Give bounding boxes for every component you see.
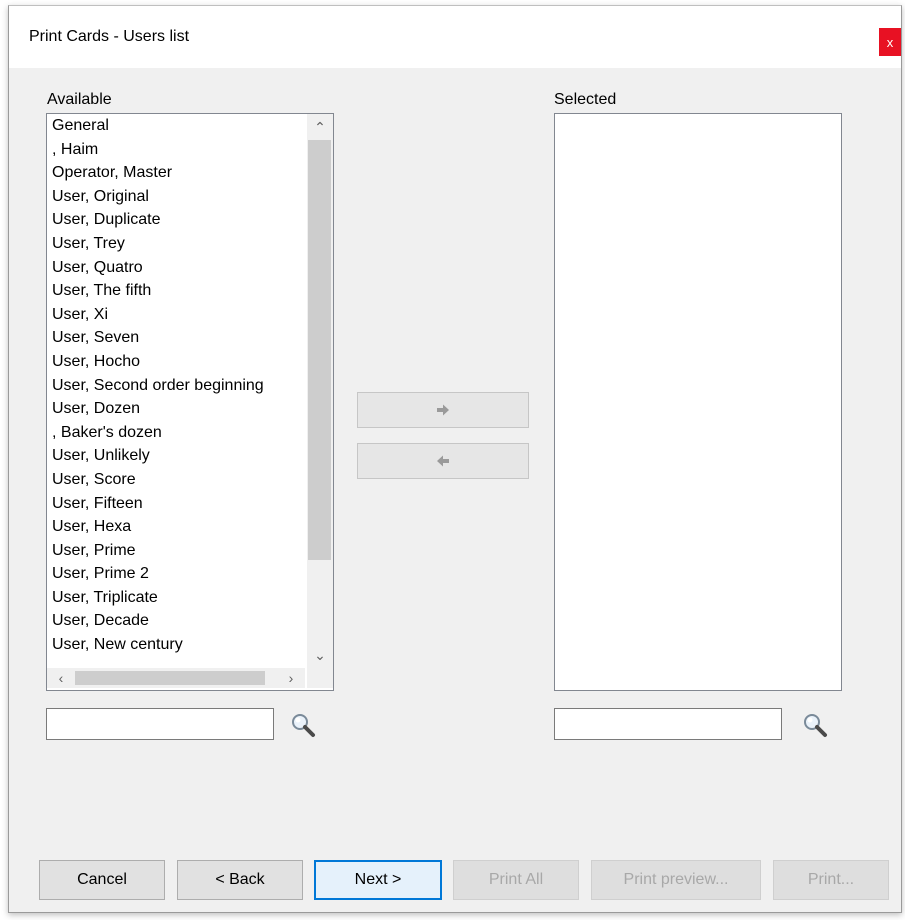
available-items: General, Haim Operator, Master User, Origi… <box>47 114 305 668</box>
print-preview-button[interactable]: Print preview... <box>591 860 761 900</box>
close-button[interactable]: x <box>879 28 901 56</box>
add-selected-button[interactable] <box>357 392 529 428</box>
list-item[interactable]: User, The fifth <box>47 279 305 303</box>
list-item[interactable]: User, Hocho <box>47 350 305 374</box>
selected-search-input[interactable] <box>554 708 782 740</box>
arrow-left-icon <box>437 455 449 467</box>
available-label: Available <box>47 91 112 108</box>
selected-listbox[interactable] <box>554 113 842 691</box>
cancel-button[interactable]: Cancel <box>39 860 165 900</box>
list-item[interactable]: User, Quatro <box>47 256 305 280</box>
title-bar: Print Cards - Users list x <box>9 6 901 68</box>
next-button[interactable]: Next > <box>314 860 442 900</box>
available-search-button[interactable] <box>289 711 317 739</box>
list-item[interactable]: User, Xi <box>47 303 305 327</box>
vertical-scroll-thumb[interactable] <box>308 140 331 560</box>
list-item[interactable]: User, Duplicate <box>47 208 305 232</box>
list-item[interactable]: User, Unlikely <box>47 444 305 468</box>
list-item[interactable]: User, Triplicate <box>47 586 305 610</box>
scroll-right-icon[interactable]: › <box>279 668 303 688</box>
selected-label: Selected <box>554 91 617 108</box>
list-item[interactable]: User, Hexa <box>47 515 305 539</box>
list-item[interactable]: User, Decade <box>47 609 305 633</box>
list-item[interactable]: User, Fifteen <box>47 492 305 516</box>
list-item[interactable]: , Baker's dozen <box>47 421 305 445</box>
back-button[interactable]: < Back <box>177 860 303 900</box>
close-icon: x <box>886 34 894 50</box>
magnifier-icon <box>292 714 315 737</box>
list-item[interactable]: User, Prime 2 <box>47 562 305 586</box>
list-item[interactable]: User, Score <box>47 468 305 492</box>
print-cards-dialog: Print Cards - Users list x Available Sel… <box>8 5 902 913</box>
window-title: Print Cards - Users list <box>29 28 190 45</box>
horizontal-scroll-thumb[interactable] <box>75 671 265 685</box>
list-item[interactable]: User, Second order beginning <box>47 374 305 398</box>
list-item[interactable]: User, Prime <box>47 539 305 563</box>
list-item[interactable]: General <box>47 114 305 138</box>
remove-selected-button[interactable] <box>357 443 529 479</box>
print-button[interactable]: Print... <box>773 860 889 900</box>
magnifier-icon <box>804 714 827 737</box>
selected-search-button[interactable] <box>801 711 829 739</box>
scroll-left-icon[interactable]: ‹ <box>49 668 73 688</box>
list-item[interactable]: User, Dozen <box>47 397 305 421</box>
arrow-right-icon <box>437 404 449 416</box>
list-item[interactable]: User, Original <box>47 185 305 209</box>
available-search-input[interactable] <box>46 708 274 740</box>
selected-items <box>555 114 813 668</box>
list-item[interactable]: Operator, Master <box>47 161 305 185</box>
print-all-button[interactable]: Print All <box>453 860 579 900</box>
list-item[interactable]: User, New century <box>47 633 305 657</box>
scroll-up-icon[interactable]: ⌃ <box>307 114 333 140</box>
horizontal-scrollbar[interactable]: ‹ › <box>47 668 305 688</box>
scroll-down-icon[interactable]: ⌄ <box>307 642 333 668</box>
list-item[interactable]: User, Trey <box>47 232 305 256</box>
list-item[interactable]: User, Seven <box>47 326 305 350</box>
scrollbar-corner <box>307 668 333 688</box>
vertical-scrollbar[interactable]: ⌃ ⌄ <box>307 114 333 668</box>
list-item[interactable]: , Haim <box>47 138 305 162</box>
available-listbox[interactable]: General, Haim Operator, Master User, Origi… <box>46 113 334 691</box>
